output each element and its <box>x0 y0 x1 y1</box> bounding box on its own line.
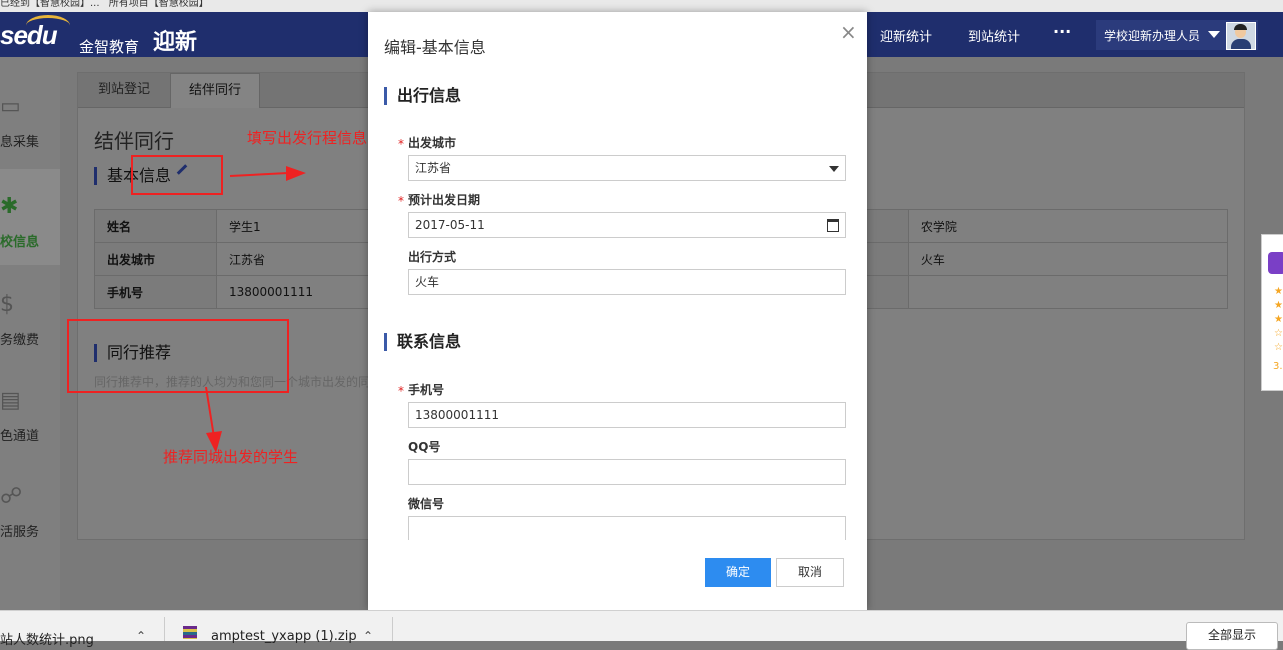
qq-input[interactable] <box>408 459 846 485</box>
star-icon: ★ <box>1274 300 1283 311</box>
tab-travel-together[interactable]: 结伴同行 <box>170 73 260 108</box>
page-title: 结伴同行 <box>94 129 174 153</box>
download-bar: 站人数统计.png ⌃ amptest_yxapp (1).zip ⌃ 全部显示 <box>0 610 1283 650</box>
sidebar: ▭ 息采集 ✱ 校信息 $ 务缴费 ▤ 色通道 ☍ 活服务 <box>0 57 60 610</box>
chevron-down-icon <box>1208 31 1220 38</box>
bookmark-item[interactable]: 所有项目【智慧校园】 <box>109 0 209 9</box>
clipboard-icon: ▭ <box>0 94 21 119</box>
sidebar-item-info-collection[interactable]: ▭ 息采集 <box>0 69 60 165</box>
travel-mode-input[interactable]: 火车 <box>408 269 846 295</box>
annotation-recommend-students: 推荐同城出发的学生 <box>163 448 299 466</box>
star-icon: ★ <box>1274 286 1283 297</box>
travel-mode-label: 出行方式 <box>408 250 457 264</box>
calendar-icon[interactable] <box>827 219 839 232</box>
table-value: 农学院 <box>907 209 1229 243</box>
travel-mode-value: 火车 <box>415 275 440 289</box>
annotation-fill-trip: 填写出发行程信息 <box>247 129 368 147</box>
contact-section-heading: 联系信息 <box>384 333 461 351</box>
trip-section-heading: 出行信息 <box>384 87 461 105</box>
edit-basic-info-dialog: 编辑-基本信息 × 出行信息 * 出发城市 江苏省 * 预计出发日期 2017-… <box>368 12 867 610</box>
table-key: 出发城市 <box>94 242 217 276</box>
sidebar-item-label: 务缴费 <box>0 333 40 348</box>
phone-value: 13800001111 <box>415 408 499 422</box>
star-icon: ☆ <box>1274 328 1283 339</box>
sidebar-item-green-channel[interactable]: ▤ 色通道 <box>0 363 60 459</box>
depart-city-select[interactable]: 江苏省 <box>408 155 846 181</box>
cart-icon: ☍ <box>0 484 23 509</box>
sidebar-item-label: 息采集 <box>0 135 40 150</box>
divider <box>164 617 165 641</box>
star-icon: ☆ <box>1274 342 1283 353</box>
bookmark-item[interactable]: 已经到【智慧校园】... <box>0 0 100 9</box>
table-value <box>907 275 1229 309</box>
zip-file-icon <box>183 626 197 639</box>
star-icon: ★ <box>1274 314 1283 325</box>
rating-widget[interactable]: ★ ★ ★ ☆ ☆ 3. <box>1261 234 1283 391</box>
phone-input[interactable]: 13800001111 <box>408 402 846 428</box>
nav-enrollment-stats[interactable]: 迎新统计 <box>880 26 932 45</box>
table-key: 姓名 <box>94 209 217 243</box>
divider <box>392 617 393 641</box>
qq-label: QQ号 <box>408 440 441 454</box>
depart-city-label: 出发城市 <box>408 136 457 150</box>
required-marker: * <box>398 194 404 208</box>
sidebar-item-payment[interactable]: $ 务缴费 <box>0 267 60 363</box>
calendar-icon: ▤ <box>0 388 21 413</box>
wechat-label: 微信号 <box>408 497 445 511</box>
walking-person-icon: ✱ <box>0 194 19 219</box>
chevron-up-icon[interactable]: ⌃ <box>136 629 146 643</box>
close-icon[interactable]: × <box>840 22 857 42</box>
sidebar-item-school-info[interactable]: ✱ 校信息 <box>0 169 60 265</box>
tab-arrival-registration[interactable]: 到站登记 <box>78 73 170 107</box>
sidebar-item-label: 活服务 <box>0 525 40 540</box>
sidebar-item-label: 校信息 <box>0 235 40 250</box>
depart-date-input[interactable]: 2017-05-11 <box>408 212 846 238</box>
logo[interactable]: sedu <box>0 20 58 51</box>
chevron-up-icon[interactable]: ⌃ <box>363 629 373 643</box>
app-logo-icon <box>1268 252 1283 274</box>
table-key: 手机号 <box>94 275 217 309</box>
rating-score: 3. <box>1273 361 1283 372</box>
table-value: 火车 <box>907 242 1229 276</box>
wechat-input[interactable] <box>408 516 846 540</box>
bookmarks-bar: 已经到【智慧校园】... 所有项目【智慧校园】 <box>0 0 1283 12</box>
shield-dollar-icon: $ <box>0 292 14 317</box>
cancel-button[interactable]: 取消 <box>776 558 844 587</box>
required-marker: * <box>398 384 404 398</box>
user-name: 学校迎新办理人员 <box>1104 29 1201 43</box>
avatar[interactable] <box>1226 22 1256 50</box>
sidebar-item-label: 色通道 <box>0 429 40 444</box>
depart-date-label: 预计出发日期 <box>408 193 481 207</box>
phone-label: 手机号 <box>408 383 445 397</box>
annotation-box-edit <box>131 155 223 195</box>
app-name: 迎新 <box>153 30 198 55</box>
annotation-box-recommend <box>67 319 289 393</box>
download-item-png[interactable]: 站人数统计.png <box>0 629 94 648</box>
download-item-zip[interactable]: amptest_yxapp (1).zip <box>211 629 357 644</box>
depart-city-value: 江苏省 <box>415 161 452 175</box>
sidebar-item-life-service[interactable]: ☍ 活服务 <box>0 459 60 555</box>
user-menu[interactable]: 学校迎新办理人员 <box>1096 20 1258 50</box>
chevron-down-icon <box>829 166 839 172</box>
confirm-button[interactable]: 确定 <box>705 558 771 587</box>
brand-name: 金智教育 <box>79 38 140 56</box>
dialog-title: 编辑-基本信息 <box>384 38 486 57</box>
show-all-downloads-button[interactable]: 全部显示 <box>1186 622 1278 650</box>
annotation-arrow-down <box>205 386 222 453</box>
more-menu[interactable]: ··· <box>1053 22 1071 41</box>
depart-date-value: 2017-05-11 <box>415 218 485 232</box>
nav-arrival-stats[interactable]: 到站统计 <box>968 26 1020 45</box>
annotation-arrow-right <box>229 166 306 181</box>
required-marker: * <box>398 137 404 151</box>
